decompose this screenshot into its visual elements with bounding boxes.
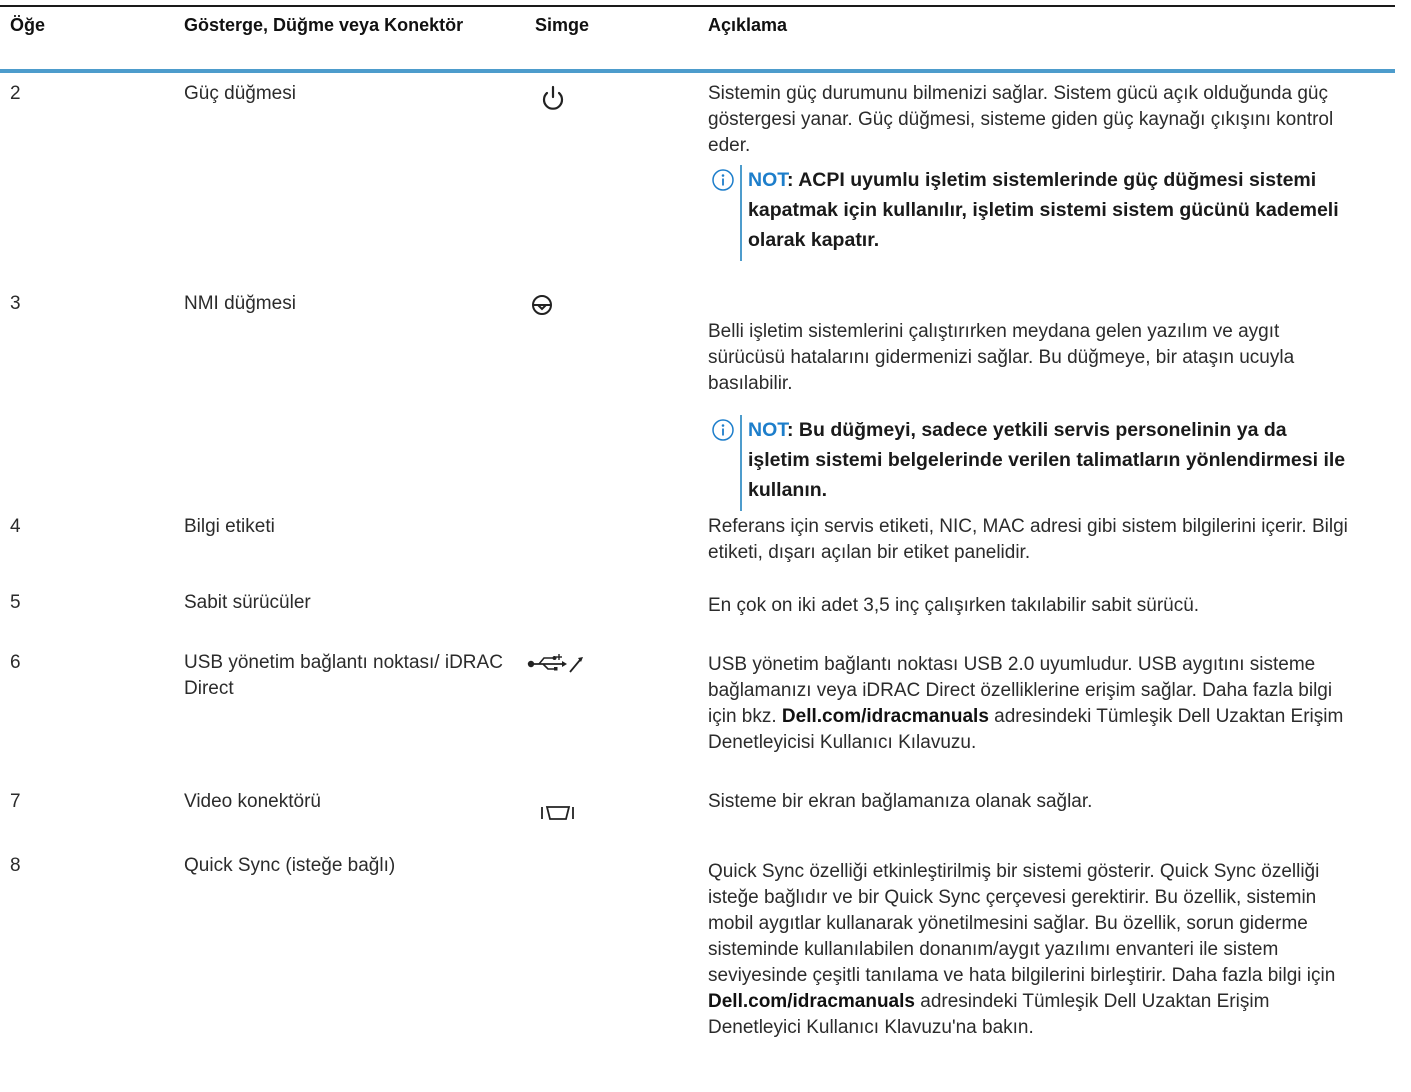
- row-name: Bilgi etiketi: [184, 516, 275, 537]
- row-name: NMI düğmesi: [184, 293, 296, 314]
- table-header: Öğe Gösterge, Düğme veya Konektör Simge …: [0, 7, 1395, 69]
- manuals-link-text: Dell.com/idracmanuals: [781, 706, 989, 727]
- header-icon: Simge: [535, 15, 590, 35]
- power-icon: [528, 81, 588, 121]
- row-name: Video konektörü: [184, 791, 321, 812]
- row-name: Quick Sync (isteğe bağlı): [184, 855, 396, 876]
- note-body: : ACPI uyumlu işletim sistemlerinde güç …: [748, 169, 1339, 251]
- row-description: Referans için servis etiketi, NIC, MAC a…: [708, 514, 1348, 566]
- description-text-a: Quick Sync özelliği etkinleştirilmiş bir…: [708, 861, 1336, 986]
- row-name: Sabit sürücüler: [184, 592, 311, 613]
- row-item-number: 7: [10, 791, 21, 812]
- table-header-rule: [0, 69, 1395, 73]
- manuals-link-text: Dell.com/idracmanuals: [708, 991, 915, 1012]
- header-item: Öğe: [10, 15, 46, 35]
- header-description: Açıklama: [708, 15, 788, 35]
- note-divider: [740, 415, 742, 511]
- row-description: En çok on iki adet 3,5 inç çalışırken ta…: [708, 593, 1348, 619]
- row-name: Güç düğmesi: [184, 83, 296, 104]
- row-description: Sistemin güç durumunu bilmenizi sağlar. …: [708, 81, 1348, 261]
- row-item-number: 2: [10, 83, 21, 104]
- note-box: NOT: Bu düğmeyi, sadece yetkili servis p…: [708, 415, 1348, 511]
- description-text: USB yönetim bağlantı noktası USB 2.0 uyu…: [708, 652, 1348, 756]
- note-text: NOT: Bu düğmeyi, sadece yetkili servis p…: [740, 415, 1348, 505]
- row-description: Belli işletim sistemlerini çalıştırırken…: [708, 319, 1348, 511]
- description-text: Belli işletim sistemlerini çalıştırırken…: [708, 321, 1295, 394]
- header-indicator: Gösterge, Düğme veya Konektör: [184, 15, 464, 35]
- row-item-number: 3: [10, 293, 21, 314]
- note-divider: [740, 165, 742, 261]
- description-text: Quick Sync özelliği etkinleştirilmiş bir…: [708, 859, 1348, 1041]
- note-body: : Bu düğmeyi, sadece yetkili servis pers…: [748, 419, 1346, 501]
- nmi-icon: [528, 291, 588, 331]
- note-box: NOT: ACPI uyumlu işletim sistemlerinde g…: [708, 165, 1348, 261]
- info-icon: [712, 169, 734, 191]
- description-text: En çok on iki adet 3,5 inç çalışırken ta…: [708, 595, 1200, 616]
- row-description: Sisteme bir ekran bağlamanıza olanak sağ…: [708, 789, 1348, 815]
- video-connector-icon: [528, 789, 588, 829]
- note-label: NOT: [748, 419, 787, 441]
- row-item-number: 4: [10, 516, 21, 537]
- description-text: Sistemin güç durumunu bilmenizi sağlar. …: [708, 83, 1334, 156]
- description-text: Referans için servis etiketi, NIC, MAC a…: [708, 516, 1348, 563]
- row-item-number: 6: [10, 652, 21, 673]
- note-label: NOT: [748, 169, 787, 191]
- info-icon: [712, 419, 734, 441]
- row-item-number: 8: [10, 855, 21, 876]
- component-table: Öğe Gösterge, Düğme veya Konektör Simge …: [0, 5, 1395, 73]
- description-text: Sisteme bir ekran bağlamanıza olanak sağ…: [708, 791, 1093, 812]
- usb-wrench-icon: [527, 650, 588, 690]
- row-description: Quick Sync özelliği etkinleştirilmiş bir…: [708, 859, 1348, 1041]
- row-name: USB yönetim bağlantı noktası/ iDRAC Dire…: [184, 652, 503, 699]
- note-text: NOT: ACPI uyumlu işletim sistemlerinde g…: [740, 165, 1348, 255]
- row-description: USB yönetim bağlantı noktası USB 2.0 uyu…: [708, 652, 1348, 756]
- row-item-number: 5: [10, 592, 21, 613]
